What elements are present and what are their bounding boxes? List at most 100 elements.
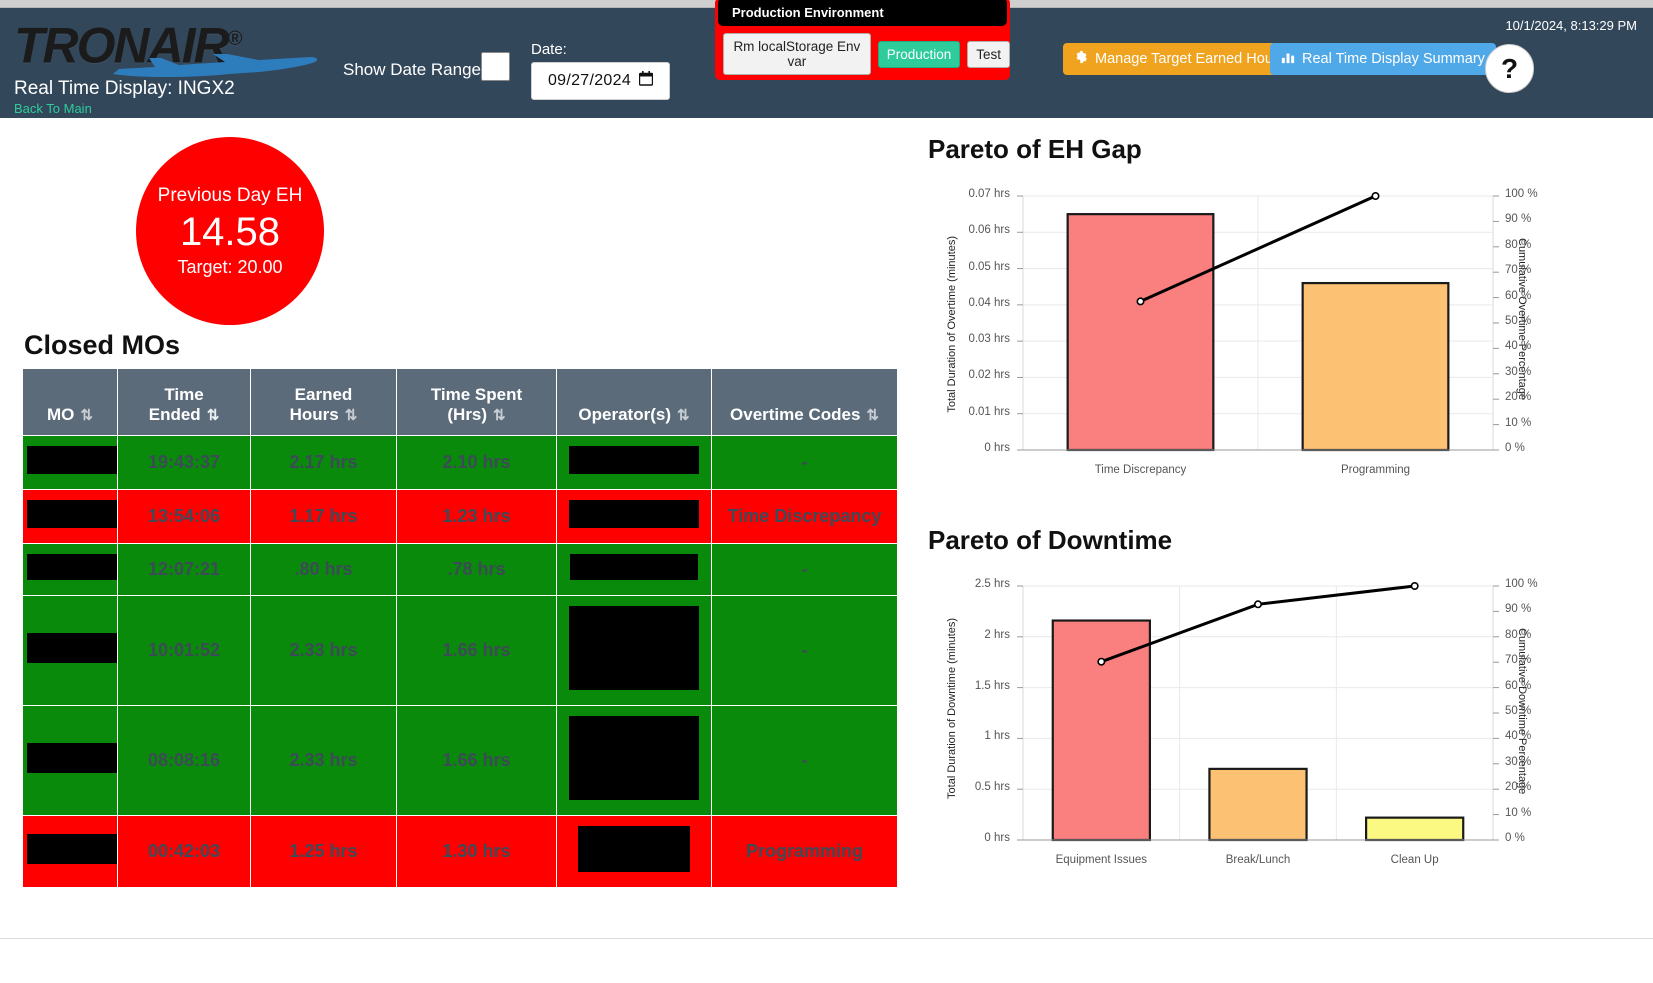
cell-overtime-code: - — [711, 595, 898, 706]
cell-time-spent: 1.23 hrs — [396, 489, 557, 544]
column-header-hrs[interactable]: Time Spent (Hrs) ⇅ — [396, 368, 557, 436]
back-to-main-link[interactable]: Back To Main — [14, 101, 92, 116]
redacted-operator-value — [569, 500, 699, 528]
cell-mo — [22, 815, 118, 888]
environment-title: Production Environment — [718, 0, 1007, 26]
question-mark-icon: ? — [1500, 52, 1519, 84]
show-date-range-checkbox[interactable] — [481, 52, 510, 81]
table-row[interactable]: 08:08:16 2.33 hrs 1.66 hrs - — [22, 705, 898, 816]
table-row[interactable]: 13:54:06 1.17 hrs 1.23 hrs Time Discrepancy — [22, 489, 898, 544]
y2-tick-label: 10 % — [1505, 806, 1532, 819]
y-tick-label: 0.03 hrs — [968, 333, 1010, 346]
y2-tick-label: 30 % — [1505, 365, 1532, 378]
sort-both-icon[interactable]: ⇅ — [345, 406, 358, 424]
bar-break-lunch — [1208, 767, 1308, 842]
y-tick-label: 0.07 hrs — [968, 188, 1010, 200]
cell-time-ended: 10:01:52 — [117, 595, 251, 706]
help-button[interactable]: ? — [1485, 44, 1534, 93]
cell-overtime-code: - — [711, 705, 898, 816]
table-row[interactable]: 19:43:37 2.17 hrs 2.10 hrs - — [22, 435, 898, 490]
sort-both-icon[interactable]: ⇅ — [80, 406, 93, 424]
column-header-line2: Overtime Codes ⇅ — [716, 405, 893, 425]
redacted-operator-value — [569, 716, 699, 800]
pareto-eh-gap-title: Pareto of EH Gap — [928, 134, 1142, 164]
production-env-button[interactable]: Production — [877, 40, 961, 68]
redacted-operator-value — [569, 606, 699, 690]
bar-programming — [1301, 281, 1450, 452]
cell-operators — [556, 595, 712, 706]
table-row[interactable]: 12:07:21.80 hrs .78 hrs - — [22, 543, 898, 596]
redacted-mo-value — [27, 446, 117, 474]
cell-time-spent: 1.66 hrs — [396, 705, 557, 816]
y-tick-label: 0.02 hrs — [968, 369, 1010, 382]
y2-tick-label: 40 % — [1505, 340, 1532, 353]
redacted-operator-value — [569, 446, 699, 474]
pareto-downtime-y-axis-title: Total Duration of Downtime (minutes) — [946, 618, 958, 799]
kpi-label: Previous Day EH — [157, 184, 303, 206]
column-header-ended[interactable]: Time Ended ⇅ — [117, 368, 251, 436]
column-header-mo[interactable]: MO ⇅ — [22, 368, 118, 436]
kpi-value: 14.58 — [179, 209, 281, 254]
tronair-logo[interactable]: TRONAIR® — [14, 12, 334, 77]
table-header-row: MO ⇅ Time Ended ⇅ Earned Hours ⇅ Time Spent (Hrs)… — [22, 368, 898, 436]
sort-both-icon[interactable]: ⇅ — [493, 406, 506, 424]
pareto-downtime-chart[interactable]: Total Duration of Downtime (minutes) Cum… — [928, 566, 1548, 886]
y2-tick-label: 60 % — [1505, 289, 1532, 302]
column-header-overtime-codes[interactable]: Overtime Codes ⇅ — [711, 368, 898, 436]
column-header-line1: Time — [164, 385, 204, 404]
cell-mo — [22, 543, 118, 596]
cell-mo — [22, 705, 118, 816]
manage-target-earned-hours-label: Manage Target Earned Hours — [1095, 51, 1285, 67]
manage-target-earned-hours-button[interactable]: Manage Target Earned Hours — [1063, 43, 1296, 75]
cell-time-spent: 1.30 hrs — [396, 815, 557, 888]
pareto-eh-gap-svg — [1017, 191, 1499, 452]
column-header-line1: Time Spent — [430, 385, 523, 404]
real-time-display-summary-button[interactable]: Real Time Display Summary — [1270, 43, 1496, 75]
bar-chart-icon — [1281, 50, 1295, 68]
y2-tick-label: 100 % — [1505, 578, 1538, 590]
date-label: Date: — [531, 41, 567, 58]
y-tick-label: 2 hrs — [984, 628, 1010, 641]
previous-day-eh-kpi: Previous Day EH 14.58 Target: 20.00 — [136, 137, 324, 325]
cumulative-point — [1410, 581, 1419, 590]
date-input[interactable]: 09/27/2024 — [531, 62, 670, 100]
sort-desc-icon[interactable]: ⇅ — [207, 406, 220, 424]
test-env-button[interactable]: Test — [967, 40, 1010, 68]
y2-tick-label: 0 % — [1505, 832, 1525, 844]
y-tick-label: 0 hrs — [984, 442, 1010, 454]
cumulative-point — [1097, 657, 1106, 666]
cell-operators — [556, 435, 712, 490]
cell-time-ended: 12:07:21 — [117, 543, 251, 596]
y2-tick-label: 100 % — [1505, 188, 1538, 200]
y-tick-label: 1.5 hrs — [974, 679, 1010, 692]
column-header-label: Ended — [148, 405, 201, 424]
y2-tick-label: 80 % — [1505, 628, 1532, 641]
column-header-label: Overtime Codes — [730, 405, 861, 424]
y2-tick-label: 50 % — [1505, 705, 1532, 717]
app-header: TRONAIR® Real Time Display: INGX2 Back T… — [0, 0, 1653, 118]
cumulative-point — [1136, 297, 1145, 306]
cell-time-spent: 2.10 hrs — [396, 435, 557, 490]
table-row[interactable]: 10:01:52 2.33 hrs 1.66 hrs - — [22, 595, 898, 706]
sort-both-icon[interactable]: ⇅ — [677, 406, 690, 424]
remove-localstorage-env-var-button[interactable]: Rm localStorage Env var — [723, 33, 871, 75]
cell-overtime-code: - — [711, 543, 898, 596]
x-category-label: Clean Up — [1390, 854, 1439, 866]
sort-both-icon[interactable]: ⇅ — [866, 406, 879, 424]
column-header-label: MO — [47, 405, 75, 424]
y2-tick-label: 0 % — [1505, 442, 1525, 454]
cell-overtime-code: - — [711, 435, 898, 490]
cell-earned-hours: .80 hrs — [250, 543, 397, 596]
date-input-value: 09/27/2024 — [547, 72, 632, 89]
redacted-mo-value — [27, 834, 117, 864]
y2-tick-label: 20 % — [1505, 391, 1532, 404]
y2-tick-label: 70 % — [1505, 654, 1532, 667]
column-header-label: Operator(s) — [578, 405, 671, 424]
cell-time-ended: 08:08:16 — [117, 705, 251, 816]
pareto-eh-gap-chart[interactable]: Total Duration of Overtime (minutes) Cum… — [928, 176, 1548, 496]
airplane-icon — [113, 54, 318, 77]
column-header-hours[interactable]: Earned Hours ⇅ — [250, 368, 397, 436]
cell-time-spent: .78 hrs — [396, 543, 557, 596]
table-row[interactable]: 00:42:03 1.25 hrs 1.30 hrs Programming — [22, 815, 898, 888]
column-header-operator-s[interactable]: Operator(s) ⇅ — [556, 368, 712, 436]
